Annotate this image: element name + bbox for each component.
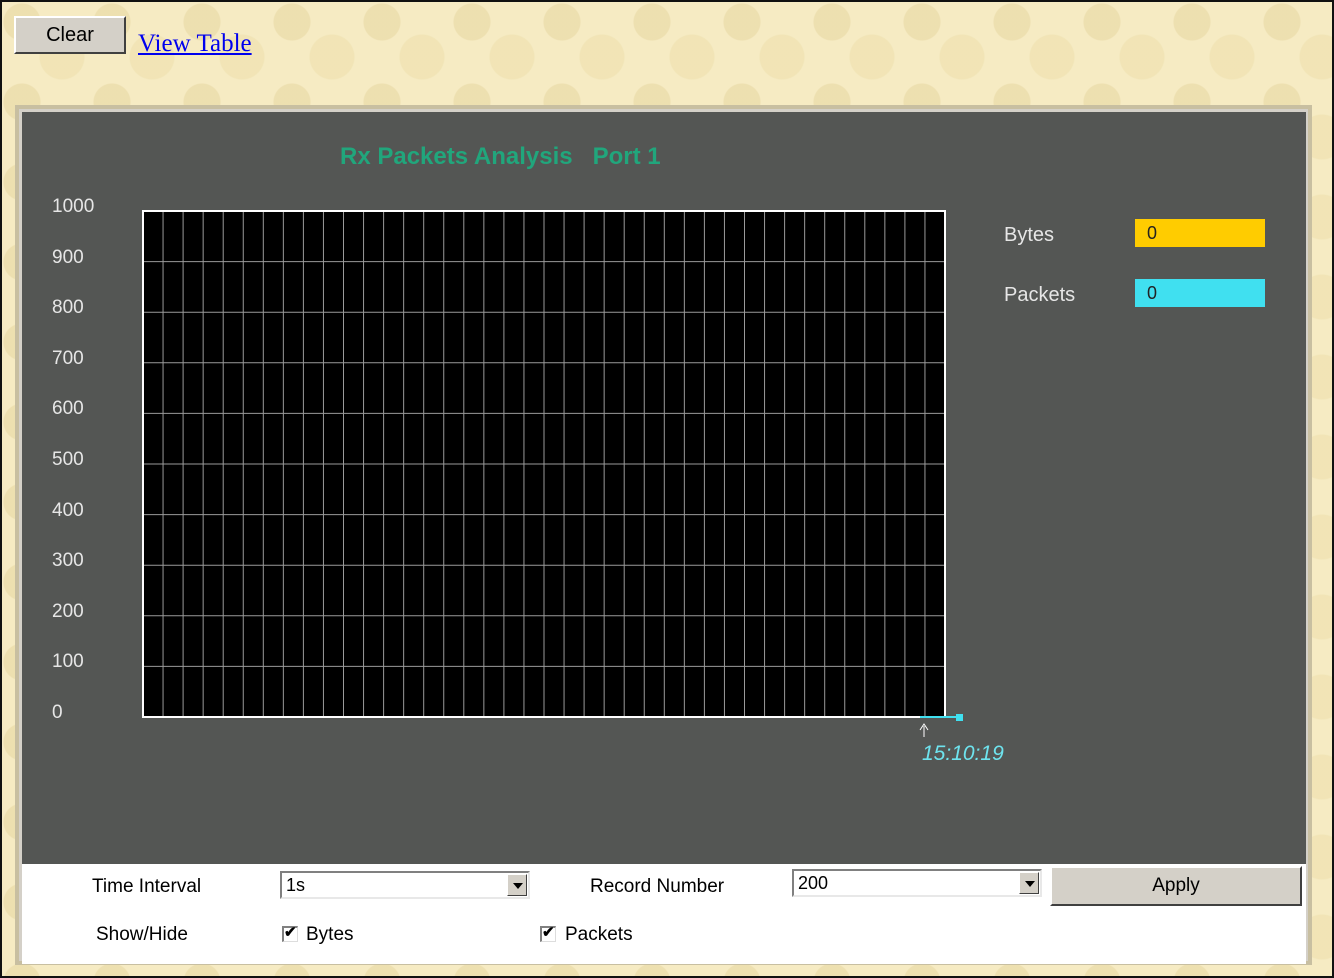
chevron-down-icon[interactable] — [507, 874, 527, 896]
record-number-value: 200 — [798, 873, 829, 893]
data-point-packets — [956, 714, 963, 721]
packets-checkbox-label: Packets — [565, 924, 633, 945]
apply-button[interactable]: Apply — [1050, 866, 1302, 906]
check-icon: ✔ — [542, 924, 555, 941]
show-hide-label: Show/Hide — [96, 924, 188, 945]
plot-area — [142, 210, 963, 737]
time-interval-value: 1s — [286, 875, 306, 895]
record-number-label: Record Number — [590, 876, 725, 897]
legend-packets-label: Packets — [1004, 284, 1076, 306]
bytes-checkbox-label: Bytes — [306, 924, 354, 945]
time-interval-label: Time Interval — [92, 876, 202, 897]
time-interval-select[interactable]: 1s — [280, 871, 530, 899]
legend-packets-value: 0 — [1135, 279, 1265, 307]
x-tick-label: 15:10:19 — [922, 742, 1004, 765]
chevron-down-icon[interactable] — [1019, 872, 1039, 894]
record-number-select[interactable]: 200 — [792, 869, 1042, 897]
packets-checkbox[interactable]: ✔ — [540, 924, 556, 942]
legend-bytes-label: Bytes — [1004, 224, 1055, 246]
legend-bytes-value: 0 — [1135, 219, 1265, 247]
check-icon: ✔ — [284, 924, 297, 941]
bytes-checkbox[interactable]: ✔ — [282, 924, 298, 942]
